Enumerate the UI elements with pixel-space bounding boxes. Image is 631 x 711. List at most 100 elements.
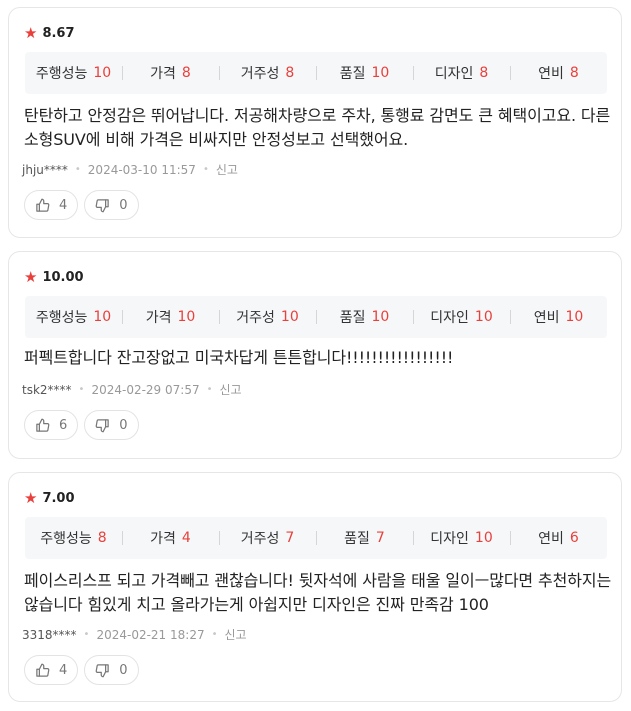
report-link[interactable]: 신고 (225, 626, 247, 643)
rating: ★ 8.67 (24, 25, 75, 41)
attribute-label: 디자인 (434, 66, 474, 82)
attribute-label: 가격 (150, 531, 176, 547)
report-link[interactable]: 신고 (216, 161, 238, 178)
attribute-label: 품질 (344, 531, 370, 547)
review-card: ★ 8.67 주행성능 10 가격 8 거주성 8 품질 10 디자인 8 연비 8 탄탄하… (8, 7, 622, 238)
rating: ★ 10.00 (24, 269, 84, 285)
attribute-score: 10 (474, 309, 493, 325)
attribute-score: 8 (285, 65, 295, 81)
like-button[interactable]: 4 (24, 190, 79, 220)
username: jhju**** (22, 162, 68, 177)
attribute-item: 가격 10 (122, 307, 219, 327)
attribute-item: 주행성능 10 (25, 63, 122, 83)
attribute-item: 품질 10 (316, 307, 413, 327)
attribute-score: 8 (181, 65, 191, 81)
dislike-button[interactable]: 0 (84, 190, 139, 220)
attribute-item: 연비 10 (510, 307, 607, 327)
attribute-item: 디자인 10 (413, 528, 510, 548)
review-text: 탄탄하고 안정감은 뛰어납니다. 저공해차량으로 주차, 통행료 감면도 큰 혜… (24, 106, 611, 149)
attribute-label: 연비 (538, 531, 564, 547)
star-icon: ★ (24, 268, 38, 286)
report-link[interactable]: 신고 (220, 381, 242, 398)
like-count: 4 (59, 197, 68, 213)
review-text: 페이스리스프 되고 가격빼고 괜찮습니다! 뒷자석에 사람을 태울 일이ㅡ많다면… (24, 571, 612, 614)
review-meta: jhju**** • 2024-03-10 11:57 • 신고 (22, 161, 238, 178)
review-meta: tsk2**** • 2024-02-29 07:57 • 신고 (22, 381, 242, 398)
like-button[interactable]: 4 (24, 655, 79, 685)
attribute-scores: 주행성능 10 가격 8 거주성 8 품질 10 디자인 8 연비 8 (25, 52, 607, 94)
review-card: ★ 7.00 주행성능 8 가격 4 거주성 7 품질 7 디자인 10 연비 6 페이스리… (8, 472, 622, 702)
attribute-label: 연비 (538, 66, 564, 82)
attribute-label: 가격 (145, 310, 172, 326)
attribute-label: 품질 (339, 66, 366, 82)
attribute-label: 연비 (533, 310, 560, 326)
attribute-item: 연비 8 (510, 63, 607, 83)
thumbs-up-icon (36, 418, 50, 432)
like-count: 6 (59, 417, 68, 433)
attribute-score: 8 (479, 65, 489, 81)
review-date: 2024-02-29 07:57 (91, 382, 200, 397)
rating-value: 10.00 (42, 269, 84, 285)
attribute-score: 10 (371, 309, 390, 325)
review-meta: 3318**** • 2024-02-21 18:27 • 신고 (22, 626, 247, 643)
attribute-score: 10 (93, 65, 112, 81)
rating: ★ 7.00 (24, 490, 75, 506)
separator-dot: • (202, 164, 209, 175)
attribute-item: 거주성 8 (219, 63, 316, 83)
vote-buttons: 4 0 (24, 190, 139, 220)
thumbs-down-icon (95, 418, 110, 432)
attribute-scores: 주행성능 8 가격 4 거주성 7 품질 7 디자인 10 연비 6 (25, 517, 607, 559)
thumbs-up-icon (36, 663, 50, 677)
dislike-button[interactable]: 0 (84, 410, 139, 440)
thumbs-down-icon (95, 198, 110, 212)
separator-dot: • (74, 164, 81, 175)
dislike-count: 0 (119, 662, 128, 678)
thumbs-down-icon (95, 663, 110, 677)
attribute-label: 품질 (339, 310, 366, 326)
review-card: ★ 10.00 주행성능 10 가격 10 거주성 10 품질 10 디자인 10 연비 1… (8, 251, 622, 459)
username: tsk2**** (22, 382, 72, 397)
vote-buttons: 4 0 (24, 655, 139, 685)
attribute-label: 거주성 (240, 531, 280, 547)
like-count: 4 (59, 662, 68, 678)
attribute-label: 거주성 (240, 66, 280, 82)
attribute-label: 주행성능 (35, 310, 88, 326)
review-text: 퍼펙트합니다 잔고장없고 미국차답게 튼튼합니다!!!!!!!!!!!!!!!!… (24, 348, 454, 367)
separator-dot: • (78, 384, 85, 395)
attribute-score: 10 (474, 530, 493, 546)
attribute-item: 품질 7 (316, 528, 413, 548)
review-date: 2024-03-10 11:57 (87, 162, 196, 177)
attribute-score: 10 (177, 309, 196, 325)
attribute-label: 가격 (150, 66, 176, 82)
username: 3318**** (22, 627, 77, 642)
review-date: 2024-02-21 18:27 (96, 627, 205, 642)
attribute-item: 가격 4 (122, 528, 219, 548)
attribute-item: 품질 10 (316, 63, 413, 83)
attribute-score: 8 (97, 530, 107, 546)
attribute-score: 7 (285, 530, 295, 546)
attribute-item: 가격 8 (122, 63, 219, 83)
rating-value: 7.00 (42, 490, 75, 506)
attribute-item: 주행성능 8 (25, 528, 122, 548)
separator-dot: • (83, 629, 90, 640)
attribute-score: 7 (375, 530, 385, 546)
attribute-label: 디자인 (430, 310, 469, 326)
review-list: ★ 8.67 주행성능 10 가격 8 거주성 8 품질 10 디자인 8 연비 8 탄탄하… (0, 0, 631, 711)
thumbs-up-icon (36, 198, 50, 212)
dislike-button[interactable]: 0 (84, 655, 139, 685)
separator-dot: • (211, 629, 218, 640)
attribute-label: 거주성 (236, 310, 275, 326)
attribute-score: 8 (569, 65, 579, 81)
dislike-count: 0 (119, 417, 128, 433)
attribute-item: 거주성 7 (219, 528, 316, 548)
vote-buttons: 6 0 (24, 410, 139, 440)
dislike-count: 0 (119, 197, 128, 213)
attribute-label: 주행성능 (40, 531, 92, 547)
attribute-item: 디자인 10 (413, 307, 510, 327)
separator-dot: • (206, 384, 213, 395)
rating-value: 8.67 (42, 25, 75, 41)
like-button[interactable]: 6 (24, 410, 79, 440)
attribute-score: 10 (565, 309, 584, 325)
attribute-item: 연비 6 (510, 528, 607, 548)
attribute-label: 디자인 (430, 531, 469, 547)
